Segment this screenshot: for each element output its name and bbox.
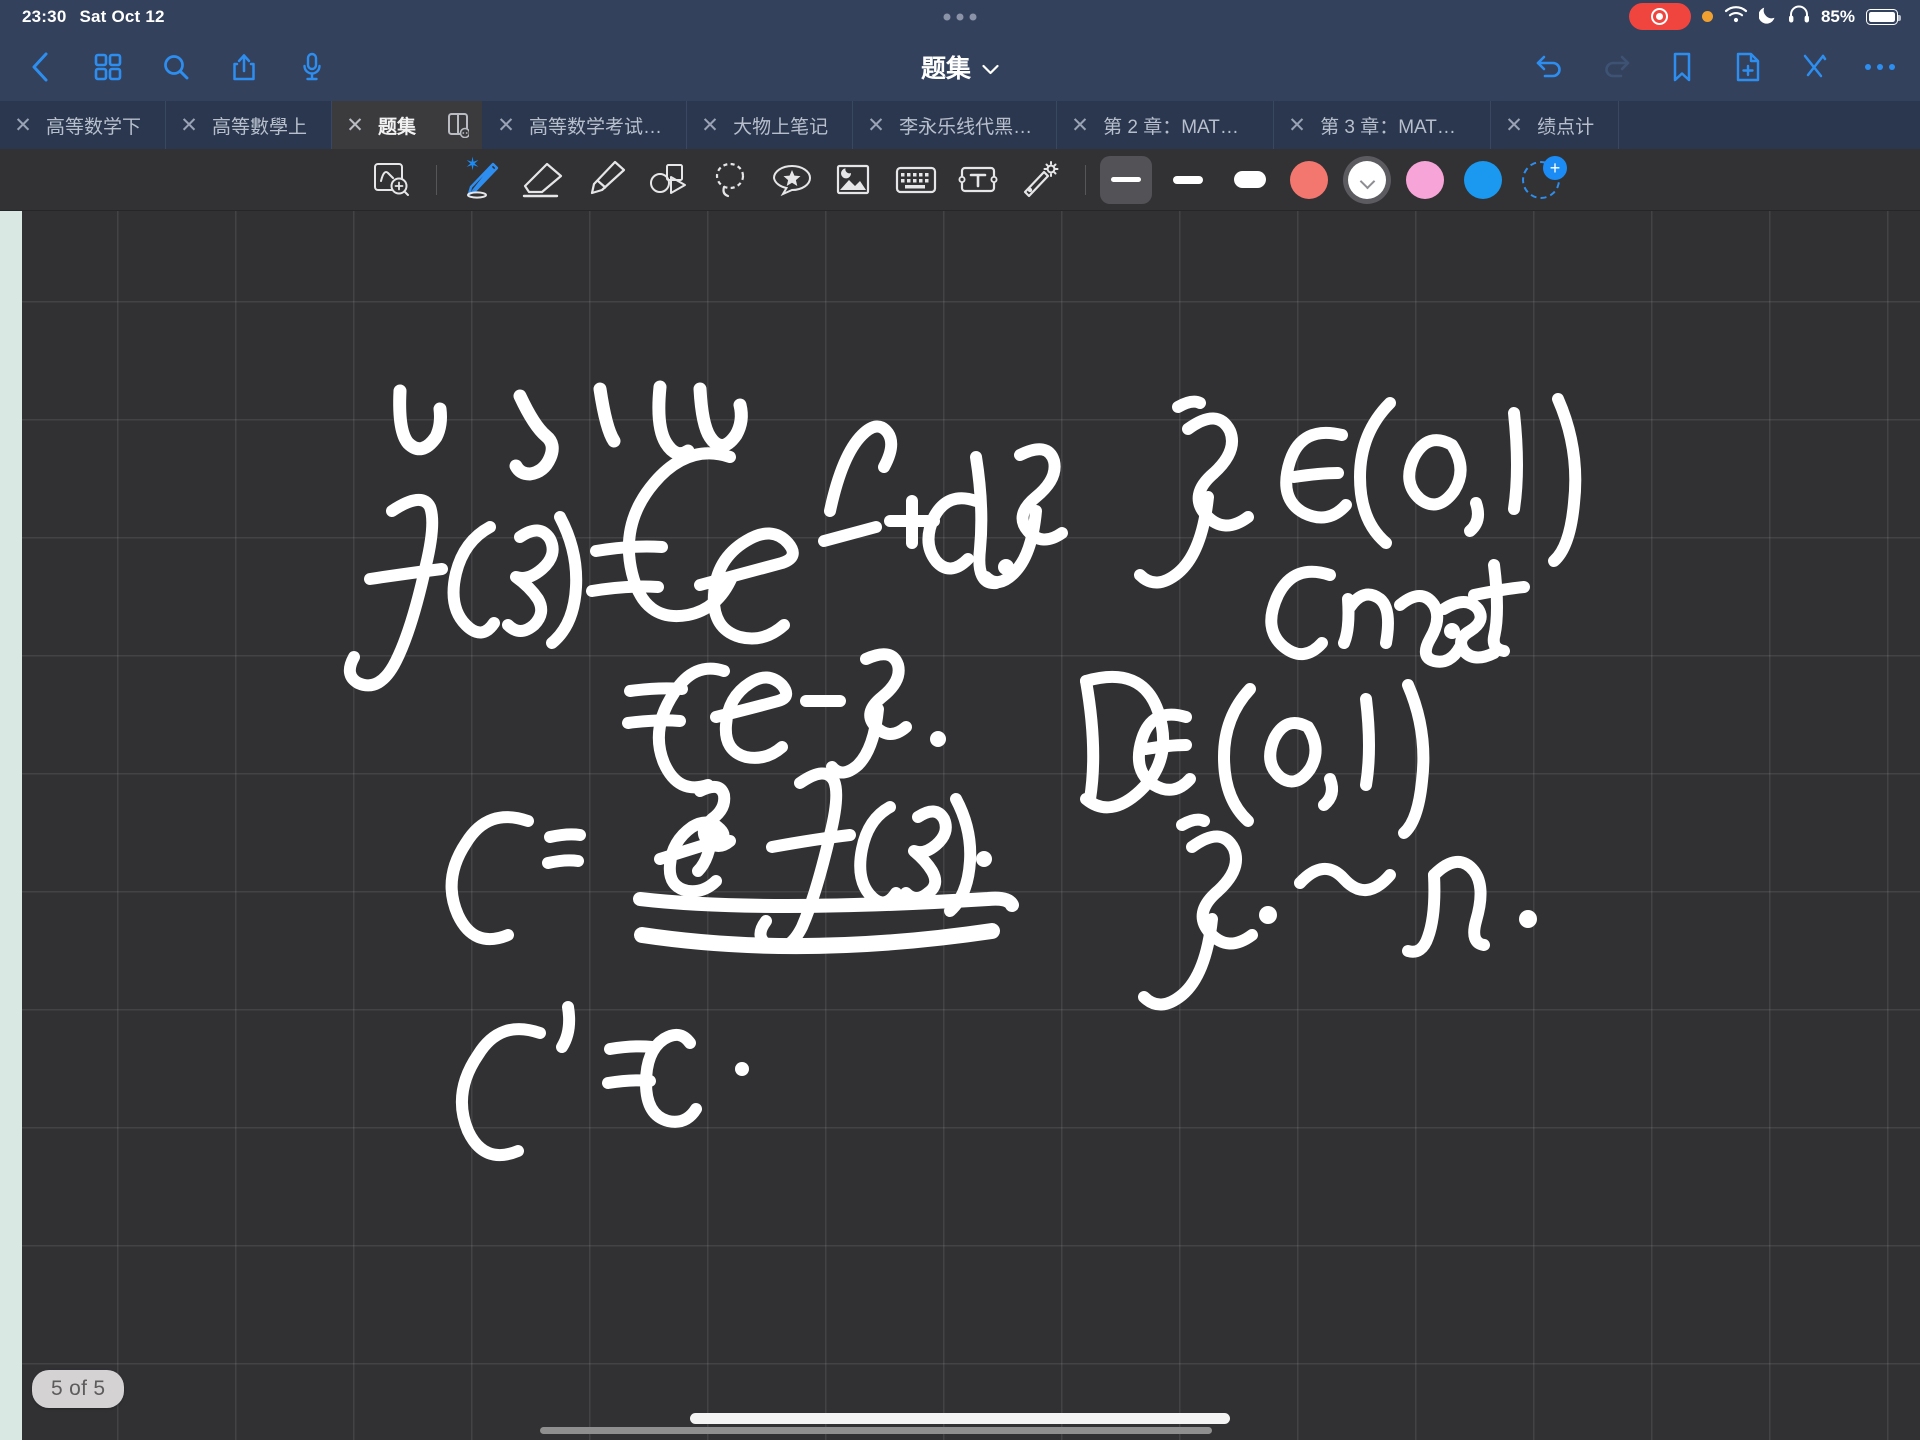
navigation-bar: 题集: [0, 33, 1920, 101]
tab-item[interactable]: ✕ 高等数学考试…: [483, 101, 688, 149]
shapes-icon[interactable]: [637, 151, 699, 209]
battery-icon: [1866, 8, 1901, 25]
tab-label: 高等数学下: [46, 116, 142, 138]
handle-dot: [969, 13, 977, 20]
more-icon[interactable]: [1862, 49, 1898, 85]
status-date: Sat Oct 12: [79, 6, 165, 26]
page-title: 题集: [920, 55, 972, 83]
note-canvas[interactable]: 5 of 5: [0, 211, 1920, 1440]
tab-label: 大物上笔记: [733, 116, 829, 138]
tab-item[interactable]: ✕ 高等数学下: [0, 101, 167, 149]
redo-icon[interactable]: [1598, 49, 1634, 85]
color-swatch-salmon[interactable]: [1290, 160, 1328, 199]
home-indicator[interactable]: [690, 1413, 1230, 1424]
search-icon[interactable]: [158, 49, 194, 85]
tab-item[interactable]: ✕ 题集: [332, 101, 484, 149]
color-swatch-pink[interactable]: [1406, 160, 1444, 199]
tab-close-icon[interactable]: ✕: [166, 113, 212, 138]
nav-right-group: [1532, 49, 1898, 85]
share-icon[interactable]: [226, 49, 262, 85]
tab-item[interactable]: ✕ 高等數學上: [166, 101, 333, 149]
tab-item[interactable]: ✕ 绩点计: [1491, 101, 1620, 149]
undo-icon[interactable]: [1532, 49, 1568, 85]
magic-wand-icon[interactable]: [1009, 151, 1071, 209]
microphone-icon[interactable]: [294, 49, 330, 85]
bluetooth-icon: ✶: [465, 153, 481, 174]
tab-close-icon[interactable]: ✕: [332, 113, 378, 138]
handle-dot: [956, 13, 964, 20]
text-box-icon[interactable]: [947, 151, 1009, 209]
stroke-width-group: [1100, 155, 1276, 204]
tab-item[interactable]: ✕ 第 3 章：MATL…: [1274, 101, 1492, 149]
image-icon[interactable]: [823, 151, 885, 209]
stroke-width-medium[interactable]: [1162, 156, 1214, 204]
pen-disabled-icon[interactable]: [1796, 49, 1832, 85]
tab-label: 题集: [378, 116, 417, 138]
new-page-icon[interactable]: [1730, 49, 1766, 85]
stroke-width-thick[interactable]: [1224, 156, 1276, 204]
eraser-icon[interactable]: [513, 151, 575, 209]
tab-close-icon[interactable]: ✕: [1057, 113, 1103, 138]
add-color-button[interactable]: +: [1522, 155, 1567, 199]
multitask-handle[interactable]: [943, 13, 977, 20]
document-title-button[interactable]: 题集: [921, 49, 999, 85]
tab-label: 第 2 章：MATL…: [1103, 116, 1250, 138]
zoom-write-icon[interactable]: [360, 151, 422, 209]
do-not-disturb-moon-icon: [1758, 5, 1777, 29]
horizontal-scrollbar[interactable]: [540, 1427, 1212, 1434]
headphones-icon: [1788, 5, 1810, 28]
highlighter-icon[interactable]: [575, 151, 637, 209]
plus-icon: +: [1543, 155, 1567, 180]
bookmark-icon[interactable]: [1664, 49, 1700, 85]
tab-label: 李永乐线代黑…: [899, 116, 1033, 138]
tab-item[interactable]: ✕ 大物上笔记: [687, 101, 854, 149]
tab-bar: ✕ 高等数学下 ✕ 高等數學上 ✕ 题集 ✕ 高等数学考试… ✕ 大物上笔记 ✕ 李永乐线代黑… ✕ 第 …: [0, 101, 1920, 149]
battery-percent-label: 85%: [1820, 6, 1855, 26]
status-bar: 23:30 Sat Oct 12 85%: [0, 0, 1920, 33]
chevron-down-icon: [982, 53, 999, 82]
grid-library-icon[interactable]: [90, 49, 126, 85]
tab-close-icon[interactable]: ✕: [1491, 113, 1537, 138]
record-ring-icon: [1651, 8, 1669, 25]
screen-record-pill[interactable]: [1628, 3, 1691, 30]
tab-label: 高等数学考试…: [529, 116, 663, 138]
nav-left-group: [22, 49, 330, 85]
pen-icon[interactable]: ✶: [451, 151, 513, 209]
tab-label: 第 3 章：MATL…: [1320, 116, 1467, 138]
back-chevron-icon[interactable]: [22, 49, 58, 85]
status-bar-right: 85%: [1628, 3, 1901, 30]
keyboard-icon[interactable]: [885, 151, 947, 209]
status-time: 23:30: [22, 6, 67, 26]
color-group: +: [1290, 155, 1567, 199]
color-swatch-white[interactable]: [1348, 160, 1386, 199]
drawing-toolbar: ✶ +: [0, 149, 1920, 211]
tool-group: ✶ +: [360, 151, 1567, 209]
color-swatch-blue[interactable]: [1464, 160, 1502, 199]
tab-close-icon[interactable]: ✕: [1274, 113, 1320, 138]
status-bar-left: 23:30 Sat Oct 12: [22, 7, 165, 27]
tab-close-icon[interactable]: ✕: [483, 113, 529, 138]
toolbar-divider: [436, 164, 437, 195]
tab-close-icon[interactable]: ✕: [687, 113, 733, 138]
tab-item[interactable]: ✕ 第 2 章：MATL…: [1057, 101, 1275, 149]
tab-close-icon[interactable]: ✕: [853, 113, 899, 138]
grid-background: [22, 211, 1920, 1440]
tab-close-icon[interactable]: ✕: [0, 113, 46, 138]
tab-label: 绩点计: [1537, 116, 1595, 138]
tab-label: 高等數學上: [212, 116, 308, 138]
wifi-icon: [1724, 5, 1748, 28]
sticker-icon[interactable]: [761, 151, 823, 209]
toolbar-divider-2: [1085, 164, 1086, 195]
handle-dot: [943, 13, 951, 20]
lasso-select-icon[interactable]: [699, 151, 761, 209]
tab-item[interactable]: ✕ 李永乐线代黑…: [853, 101, 1058, 149]
tab-book-icon[interactable]: [440, 112, 476, 138]
page-indicator: 5 of 5: [32, 1370, 125, 1408]
page-left-margin-strip: [0, 211, 22, 1440]
stroke-width-thin[interactable]: [1100, 155, 1152, 204]
orange-privacy-dot-icon: [1701, 11, 1713, 22]
